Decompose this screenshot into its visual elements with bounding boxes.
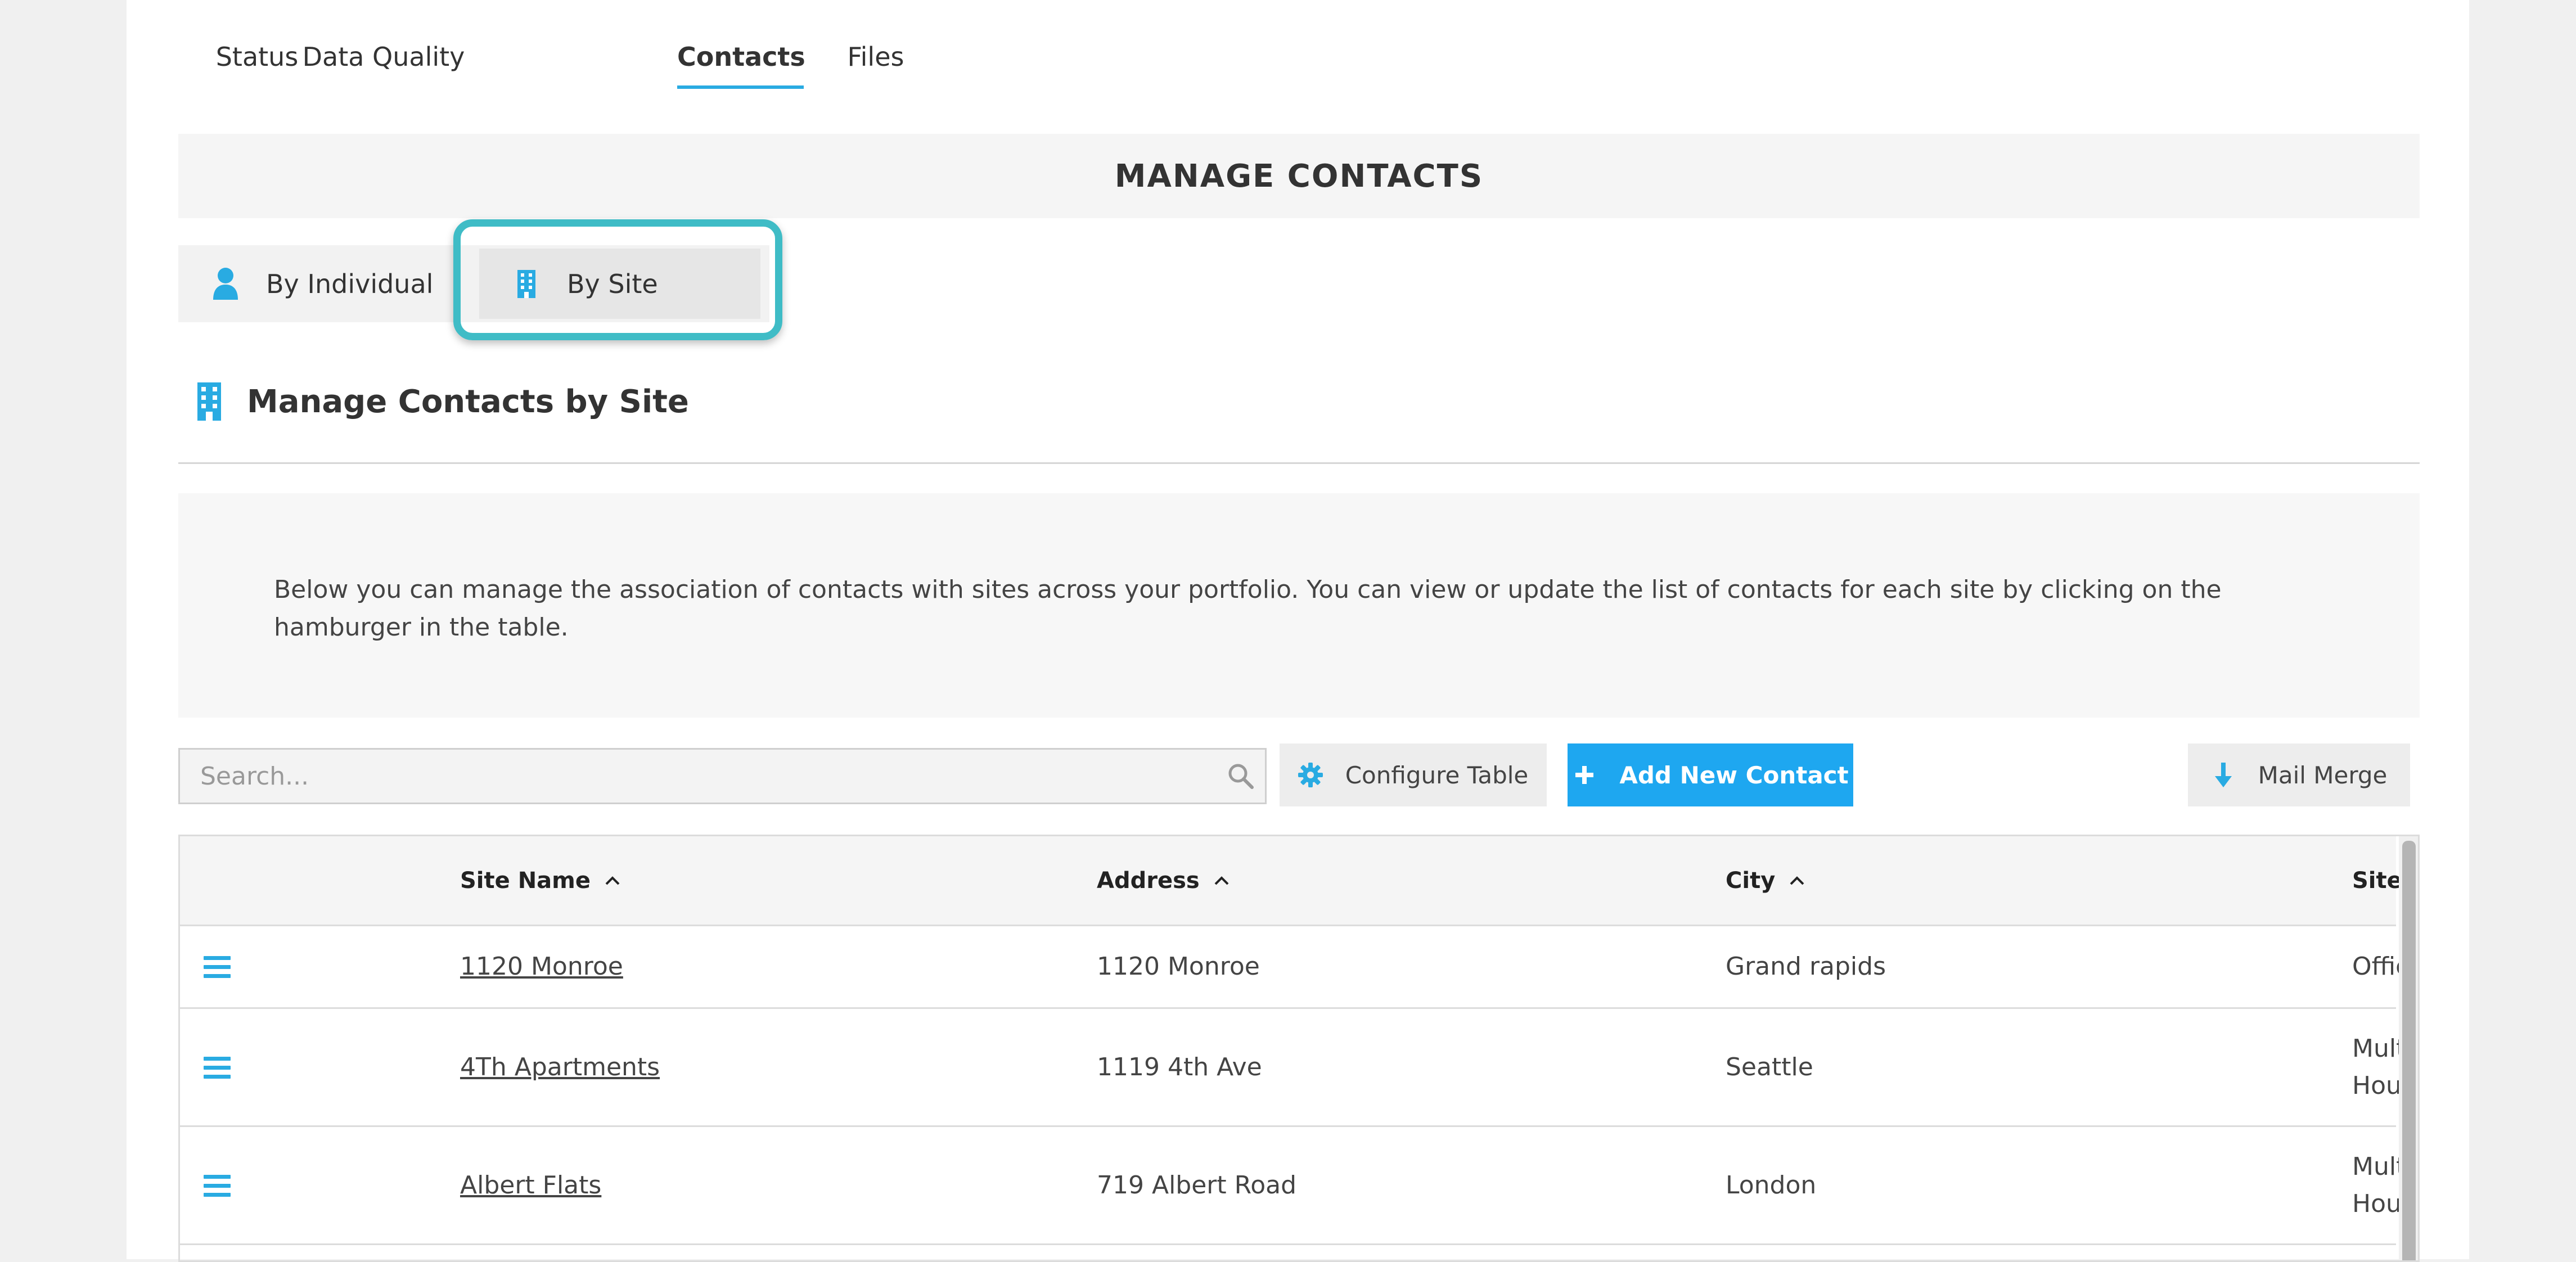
add-new-contact-label: Add New Contact: [1619, 761, 1849, 789]
by-individual-button[interactable]: By Individual: [178, 245, 454, 322]
address-cell: 1119 4th Ave: [1097, 1052, 1262, 1081]
tab-files[interactable]: Files: [842, 37, 909, 89]
site-name-link[interactable]: 4Th Apartments: [460, 1009, 660, 1125]
column-header-site-name[interactable]: Site Name: [460, 836, 621, 925]
scrollbar-thumb[interactable]: [2402, 841, 2416, 1260]
page-title-band: MANAGE CONTACTS: [178, 134, 2420, 218]
address-cell: 719 Albert Road: [1097, 1170, 1297, 1200]
site-name-link[interactable]: 1120 Monroe: [460, 926, 623, 1007]
building-icon: [513, 267, 540, 301]
sites-table: Site Name Address City Site Type 1120 Mo…: [178, 835, 2420, 1262]
tab-contacts[interactable]: Contacts: [677, 37, 805, 89]
hamburger-icon[interactable]: [204, 956, 231, 979]
by-site-label: By Site: [567, 268, 658, 299]
section-title: Manage Contacts by Site: [247, 383, 689, 420]
search-input[interactable]: [180, 750, 1204, 803]
column-header-city[interactable]: City: [1726, 836, 1805, 925]
view-toggle: By Individual By Site: [178, 245, 769, 322]
mail-merge-label: Mail Merge: [2258, 761, 2388, 789]
table-row: Albert Flats 719 Albert Road London Mult…: [180, 1127, 2418, 1245]
divider: [178, 462, 2420, 464]
chevron-up-icon: [1214, 876, 1229, 885]
building-icon: [195, 382, 223, 421]
column-label: City: [1726, 867, 1776, 894]
chevron-up-icon: [605, 876, 620, 885]
table-header: Site Name Address City Site Type: [180, 836, 2418, 926]
table-row: 4Th Apartments 1119 4th Ave Seattle Mult…: [180, 1009, 2418, 1127]
address-cell: 1120 Monroe: [1097, 952, 1260, 981]
site-name-link[interactable]: Albert Flats: [460, 1127, 601, 1243]
by-site-button[interactable]: By Site: [479, 249, 760, 319]
table-scrollbar[interactable]: [2399, 836, 2418, 1260]
configure-table-label: Configure Table: [1345, 761, 1529, 789]
mail-merge-button[interactable]: Mail Merge: [2188, 743, 2410, 806]
hamburger-icon[interactable]: [204, 1175, 231, 1197]
info-text: Below you can manage the association of …: [274, 575, 2222, 642]
column-header-address[interactable]: Address: [1097, 836, 1230, 925]
gear-icon: [1298, 763, 1323, 787]
by-individual-label: By Individual: [266, 268, 434, 299]
city-cell: Grand rapids: [1726, 952, 1886, 981]
plus-icon: [1572, 763, 1597, 787]
configure-table-button[interactable]: Configure Table: [1280, 743, 1547, 806]
chevron-up-icon: [1790, 876, 1804, 885]
page-title: MANAGE CONTACTS: [1114, 157, 1484, 195]
section-heading: Manage Contacts by Site: [195, 382, 689, 421]
tab-data-quality-label: Data Quality: [302, 42, 465, 72]
hamburger-icon[interactable]: [204, 1057, 231, 1079]
column-label: Address: [1097, 867, 1200, 894]
search-box: [178, 748, 1267, 804]
city-cell: Seattle: [1726, 1052, 1813, 1081]
search-icon[interactable]: [1227, 762, 1255, 790]
add-new-contact-button[interactable]: Add New Contact: [1568, 743, 1853, 806]
info-box: Below you can manage the association of …: [178, 493, 2420, 718]
page: Status Data Quality Contacts Files MANAG…: [127, 0, 2469, 1262]
column-label: Site Name: [460, 867, 591, 894]
tab-data-quality[interactable]: Data Quality: [299, 37, 468, 89]
user-icon: [212, 267, 239, 301]
download-arrow-icon: [2211, 763, 2236, 787]
table-row: 1120 Monroe 1120 Monroe Grand rapids Off…: [180, 926, 2418, 1009]
city-cell: London: [1726, 1170, 1817, 1200]
